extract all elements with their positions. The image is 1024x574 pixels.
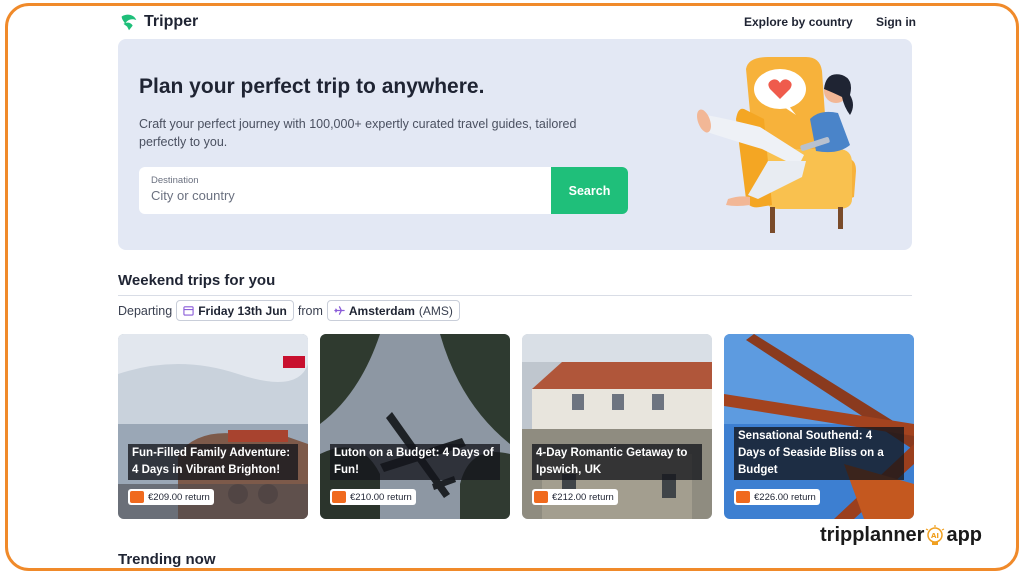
watermark-text-right: app (946, 524, 983, 546)
ai-bulb-icon: AI (926, 524, 945, 545)
traveler-armchair-illustration (697, 57, 856, 233)
date-value: Friday 13th Jun (198, 303, 287, 318)
departing-label: Departing (118, 303, 173, 318)
price-text: €212.00 return (552, 491, 614, 503)
trip-card[interactable]: Luton on a Budget: 4 Days of Fun! €210.0… (320, 334, 510, 519)
date-picker-chip[interactable]: Friday 13th Jun (176, 300, 294, 321)
trip-card[interactable]: 4-Day Romantic Getaway to Ipswich, UK €2… (522, 334, 712, 519)
trip-card-title: Luton on a Budget: 4 Days of Fun! (330, 444, 500, 480)
plane-icon (334, 306, 345, 315)
price-text: €210.00 return (350, 491, 412, 503)
airline-logo-icon (534, 491, 548, 503)
trending-now-heading: Trending now (118, 551, 216, 568)
tripplanner-watermark: tripplanner AI app (820, 524, 982, 547)
destination-input[interactable] (151, 188, 531, 203)
nav-explore-by-country[interactable]: Explore by country (744, 15, 853, 29)
calendar-icon (183, 306, 194, 316)
destination-search-field[interactable]: Destination (139, 167, 551, 214)
trip-card-price: €212.00 return (532, 489, 618, 505)
brand[interactable]: Tripper (118, 11, 198, 33)
trip-card[interactable]: Fun-Filled Family Adventure: 4 Days in V… (118, 334, 308, 519)
ai-badge-text: AI (931, 532, 939, 540)
hero-title: Plan your perfect trip to anywhere. (139, 75, 485, 98)
hero-subtitle: Craft your perfect journey with 100,000+… (139, 117, 577, 149)
nav-sign-in[interactable]: Sign in (876, 15, 916, 29)
airline-logo-icon (130, 491, 144, 503)
airline-logo-icon (736, 491, 750, 503)
trip-card-title: 4-Day Romantic Getaway to Ipswich, UK (532, 444, 702, 480)
app-frame: Tripper Explore by country Sign in Plan … (5, 3, 1019, 571)
brand-name: Tripper (144, 13, 199, 30)
trip-card-title: Sensational Southend: 4 Days of Seaside … (734, 427, 904, 480)
trip-card-title: Fun-Filled Family Adventure: 4 Days in V… (128, 444, 298, 480)
destination-label: Destination (151, 175, 199, 186)
trip-card-price: €226.00 return (734, 489, 820, 505)
price-text: €226.00 return (754, 491, 816, 503)
hero-banner: Plan your perfect trip to anywhere. Craf… (118, 39, 912, 250)
trip-card[interactable]: Sensational Southend: 4 Days of Seaside … (724, 334, 914, 519)
weekend-trips-heading: Weekend trips for you (118, 272, 276, 289)
origin-code: (AMS) (418, 303, 453, 318)
origin-city: Amsterdam (348, 303, 415, 318)
price-text: €209.00 return (148, 491, 210, 503)
from-label: from (297, 303, 323, 318)
watermark-text-left: tripplanner (820, 524, 925, 546)
weekend-filter-row: Departing Friday 13th Jun from Amsterdam… (118, 300, 460, 321)
section-divider (118, 295, 912, 296)
origin-airport-chip[interactable]: Amsterdam (AMS) (326, 300, 460, 321)
airline-logo-icon (332, 491, 346, 503)
trip-card-price: €210.00 return (330, 489, 416, 505)
trip-card-price: €209.00 return (128, 489, 214, 505)
tripper-logo-icon (121, 14, 137, 31)
search-button[interactable]: Search (551, 167, 628, 214)
